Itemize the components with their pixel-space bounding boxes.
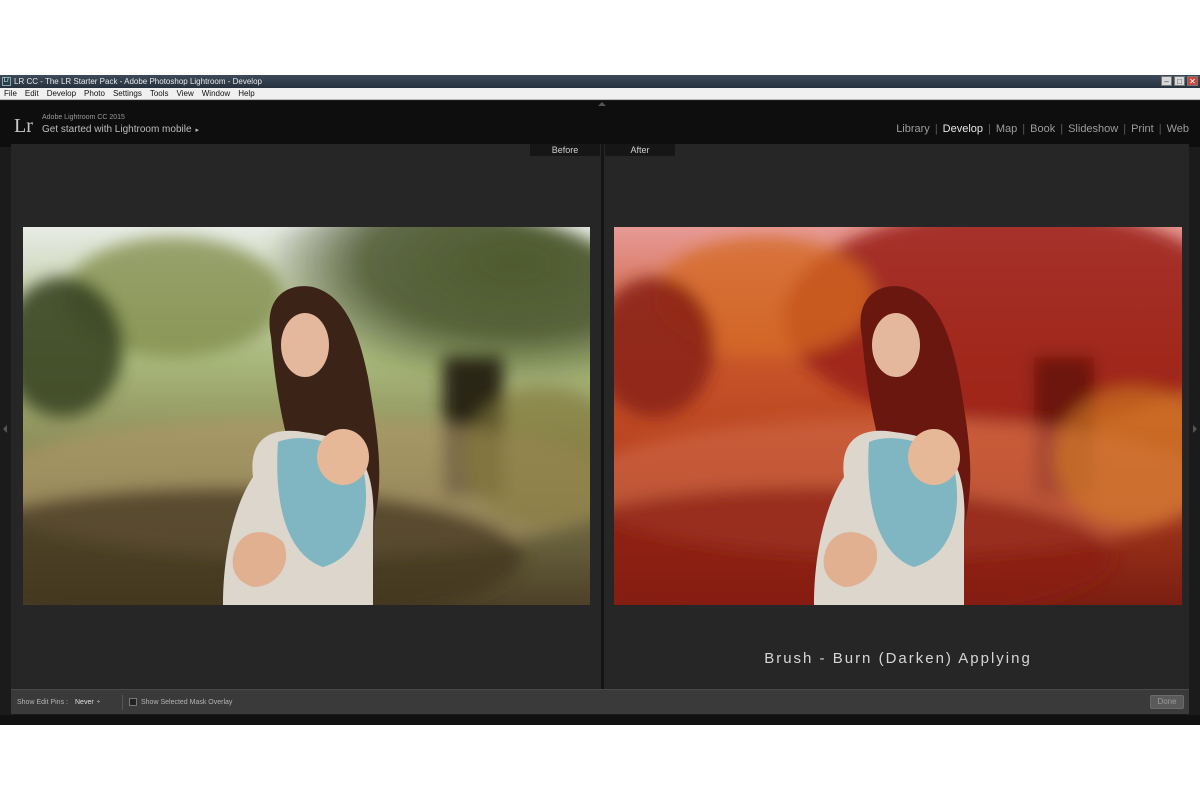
- module-web[interactable]: Web: [1162, 123, 1194, 135]
- module-book[interactable]: Book: [1025, 123, 1060, 135]
- chevron-updown-icon: ÷: [96, 700, 100, 706]
- show-edit-pins-select[interactable]: Never ÷: [75, 699, 100, 706]
- mask-overlay-label: Show Selected Mask Overlay: [141, 699, 233, 706]
- left-panel-toggle-icon[interactable]: [3, 425, 7, 433]
- before-label: Before: [530, 144, 600, 156]
- before-after-workspace: Before After Brush - Burn (Darken) Apply…: [11, 144, 1189, 689]
- split-divider: [601, 144, 604, 689]
- menu-view[interactable]: View: [173, 88, 198, 99]
- filmstrip-bar: [0, 715, 1200, 725]
- app-icon: Lr: [2, 77, 11, 86]
- show-edit-pins-value: Never: [75, 699, 94, 706]
- identity-plate-bar: Lr Adobe Lightroom CC 2015 Get started w…: [0, 101, 1200, 147]
- menu-settings[interactable]: Settings: [109, 88, 146, 99]
- top-panel-toggle-icon[interactable]: [598, 102, 606, 106]
- show-edit-pins-label: Show Edit Pins :: [17, 699, 68, 706]
- menu-tools[interactable]: Tools: [146, 88, 173, 99]
- brush-status-text: Brush - Burn (Darken) Applying: [764, 650, 1032, 667]
- develop-toolbar: Show Edit Pins : Never ÷ Show Selected Ma…: [11, 689, 1189, 714]
- lightroom-mobile-link[interactable]: Get started with Lightroom mobile ▸: [42, 124, 199, 135]
- before-photo-image: [23, 227, 590, 605]
- menu-bar: File Edit Develop Photo Settings Tools V…: [0, 88, 1200, 100]
- toolbar-divider: [122, 695, 123, 710]
- menu-edit[interactable]: Edit: [21, 88, 43, 99]
- mask-overlay-checkbox[interactable]: [129, 698, 137, 706]
- menu-help[interactable]: Help: [234, 88, 258, 99]
- play-arrow-icon: ▸: [195, 127, 200, 134]
- close-icon[interactable]: ✕: [1187, 76, 1198, 86]
- window-title-bar: Lr LR CC - The LR Starter Pack - Adobe P…: [0, 75, 1200, 88]
- after-photo-image: [614, 227, 1182, 605]
- module-picker: Library | Develop | Map | Book | Slideshow | …: [891, 123, 1194, 135]
- menu-file[interactable]: File: [0, 88, 21, 99]
- module-develop[interactable]: Develop: [938, 123, 988, 135]
- menu-window[interactable]: Window: [198, 88, 234, 99]
- done-button[interactable]: Done: [1150, 695, 1184, 709]
- product-name: Adobe Lightroom CC 2015: [42, 114, 125, 121]
- module-print[interactable]: Print: [1126, 123, 1159, 135]
- after-photo[interactable]: [614, 227, 1182, 605]
- module-library[interactable]: Library: [891, 123, 935, 135]
- minimize-icon[interactable]: –: [1161, 76, 1172, 86]
- window-title: LR CC - The LR Starter Pack - Adobe Phot…: [14, 77, 262, 86]
- mobile-prompt-label: Get started with Lightroom mobile: [42, 124, 192, 135]
- right-panel-toggle-icon[interactable]: [1193, 425, 1197, 433]
- module-slideshow[interactable]: Slideshow: [1063, 123, 1123, 135]
- maximize-icon[interactable]: □: [1174, 76, 1185, 86]
- before-photo[interactable]: [23, 227, 590, 605]
- after-label: After: [605, 144, 675, 156]
- module-map[interactable]: Map: [991, 123, 1022, 135]
- window-controls: – □ ✕: [1161, 76, 1198, 86]
- lightroom-window: Lr LR CC - The LR Starter Pack - Adobe P…: [0, 75, 1200, 725]
- menu-develop[interactable]: Develop: [43, 88, 80, 99]
- menu-photo[interactable]: Photo: [80, 88, 109, 99]
- lightroom-logo: Lr: [14, 115, 33, 137]
